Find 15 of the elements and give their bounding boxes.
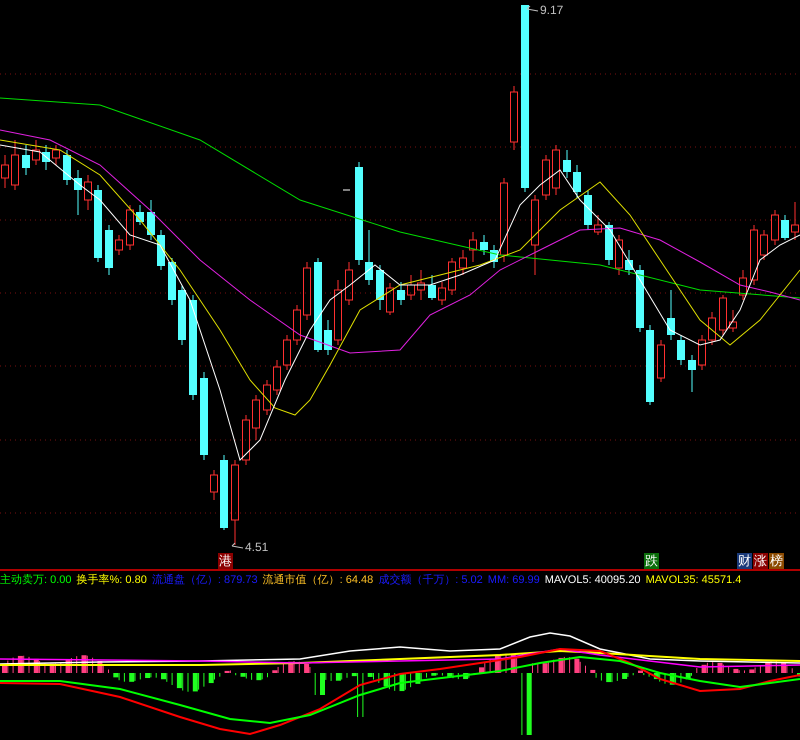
event-badge: 港 (218, 553, 233, 569)
price-label: 4.51 (245, 540, 268, 554)
indicator-reading: 成交额（千万）: 5.02 (378, 572, 483, 588)
event-badge: 榜 (769, 553, 784, 569)
event-badge: 财 (737, 553, 752, 569)
indicator-reading: 流通盘（亿）: 879.73 (152, 572, 258, 588)
indicator-reading: MM: 69.99 (488, 572, 540, 588)
event-badge: 涨 (753, 553, 768, 569)
indicator-reading: 流通市值（亿）: 64.48 (262, 572, 374, 588)
indicator-reading: 换手率%: 0.80 (76, 572, 147, 588)
indicator-reading: 主动卖万: 0.00 (0, 572, 72, 588)
event-badge: 跌 (644, 553, 659, 569)
indicator-reading: MAVOL5: 40095.20 (544, 572, 641, 588)
price-label: 9.17 (540, 3, 564, 17)
indicator-reading: MAVOL35: 45571.4 (646, 572, 742, 588)
